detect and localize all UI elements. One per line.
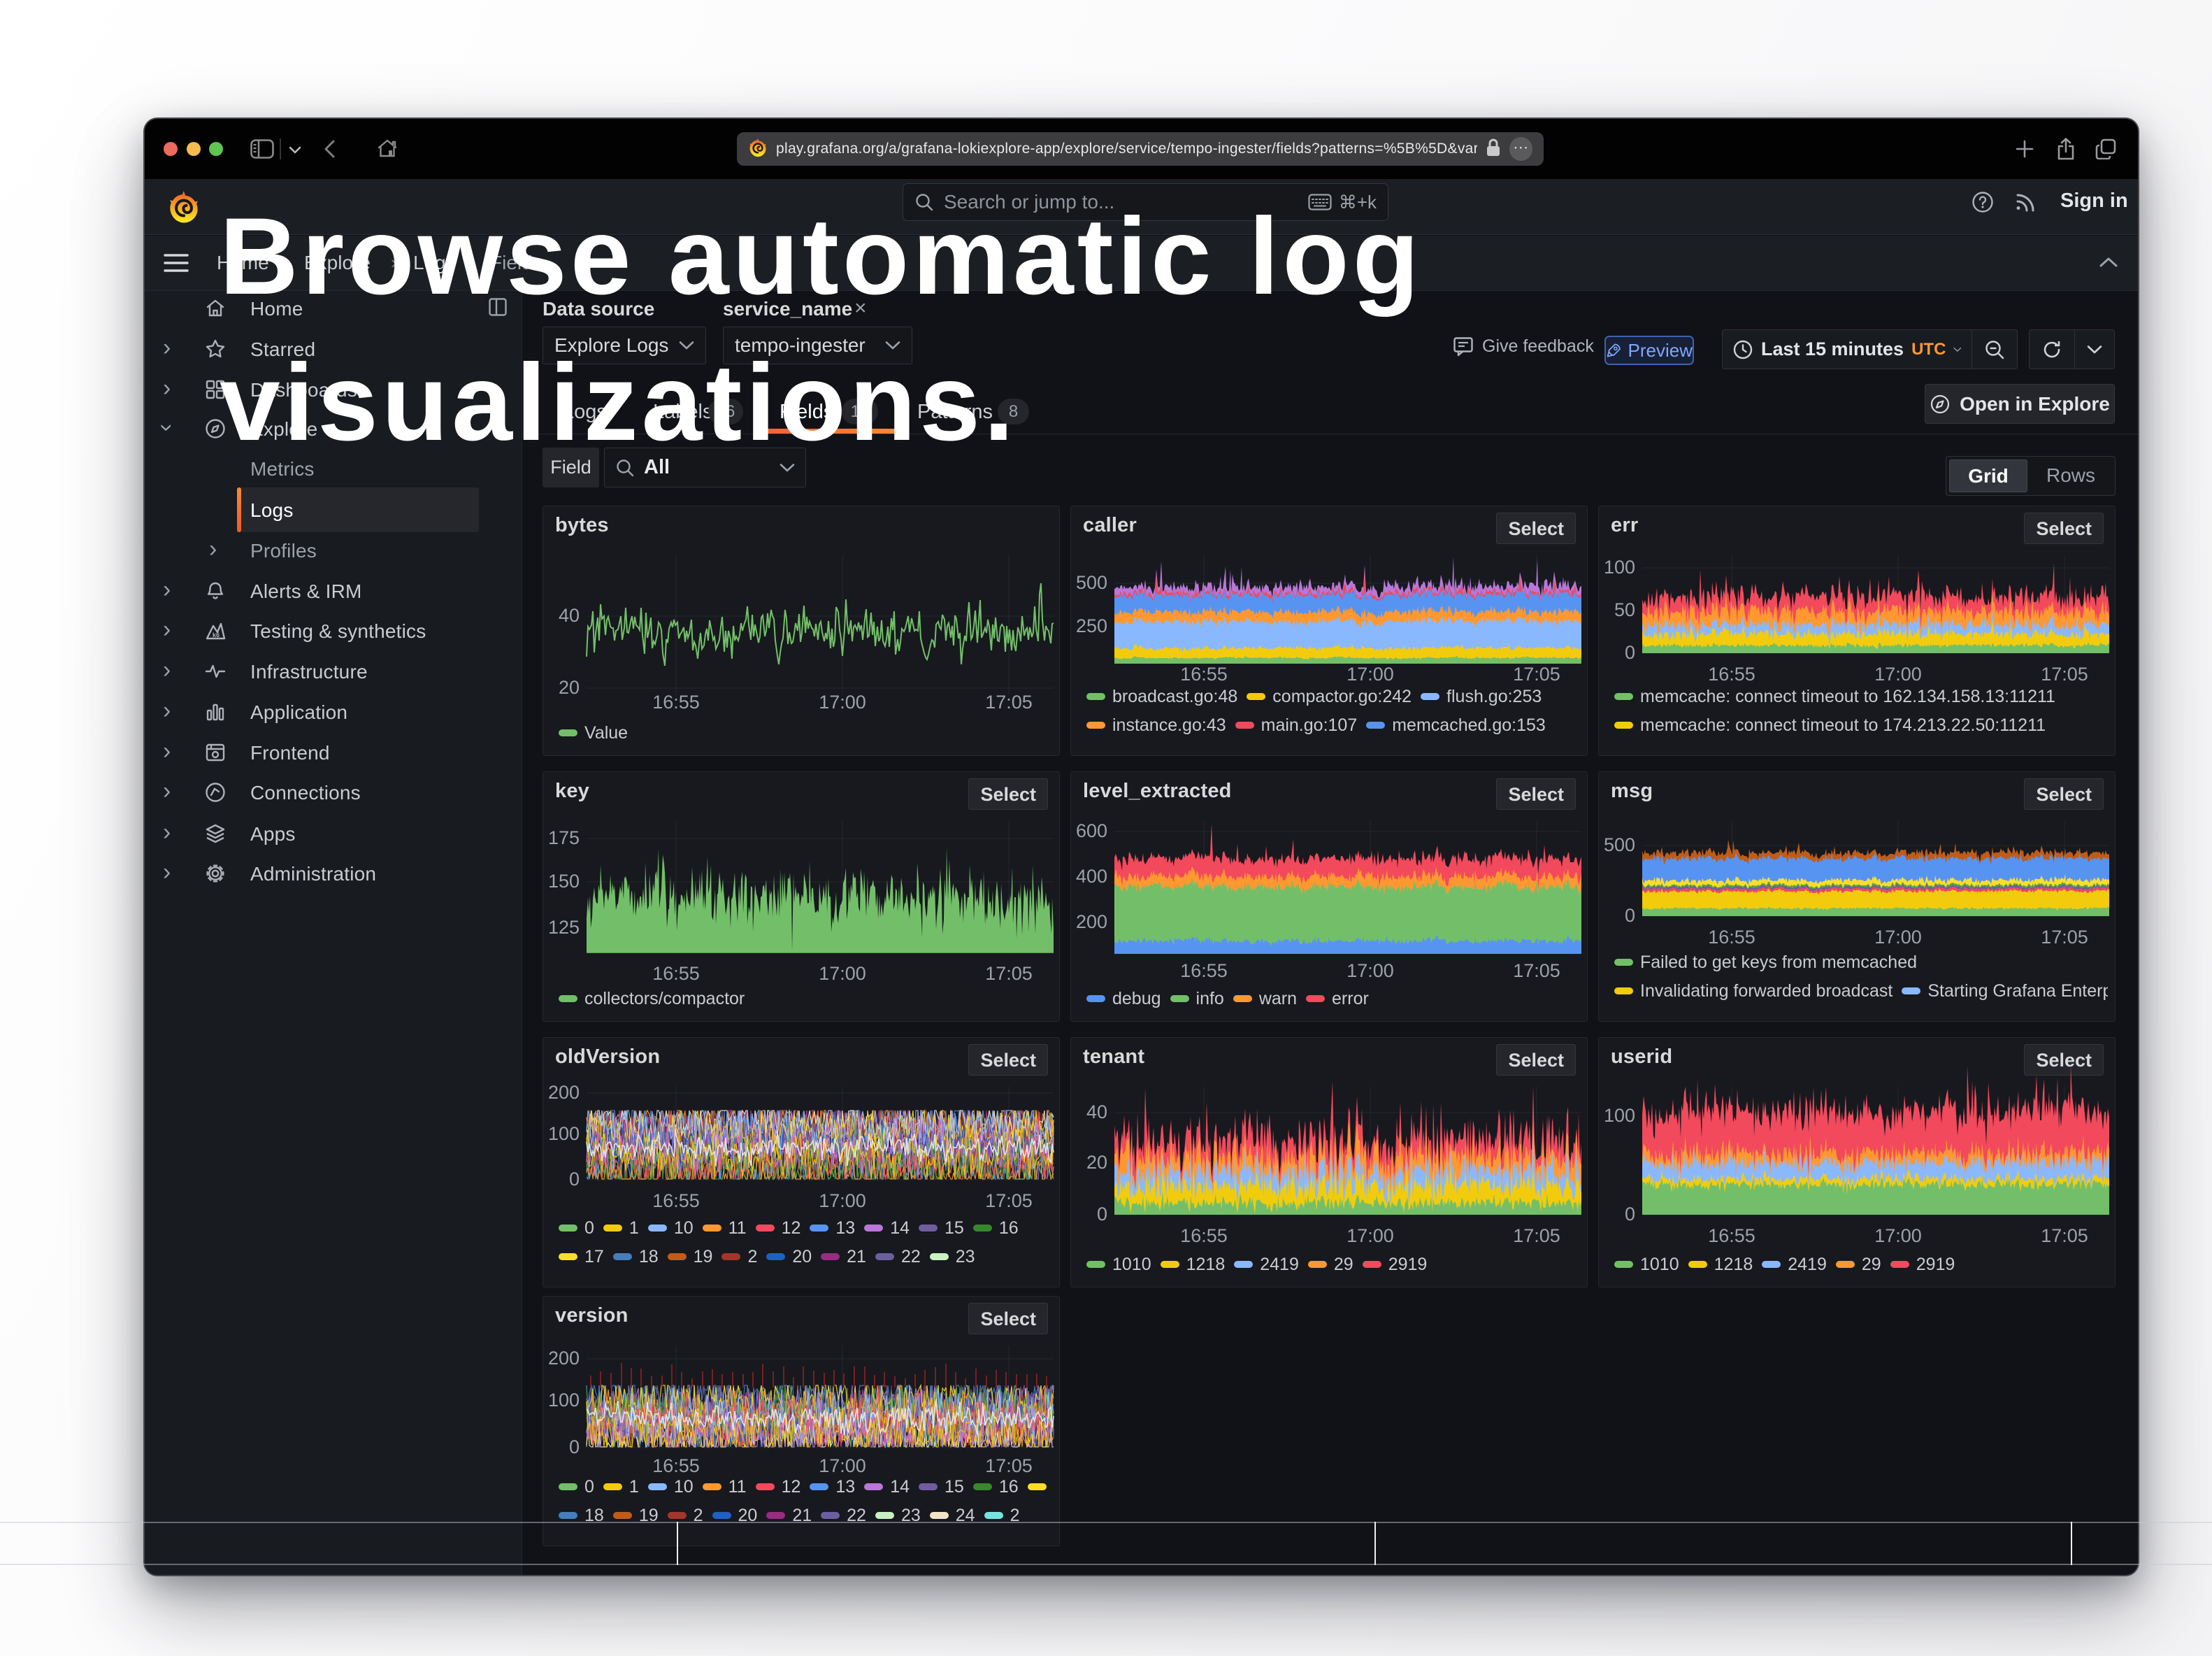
svg-text:k6: k6 [213,631,220,638]
